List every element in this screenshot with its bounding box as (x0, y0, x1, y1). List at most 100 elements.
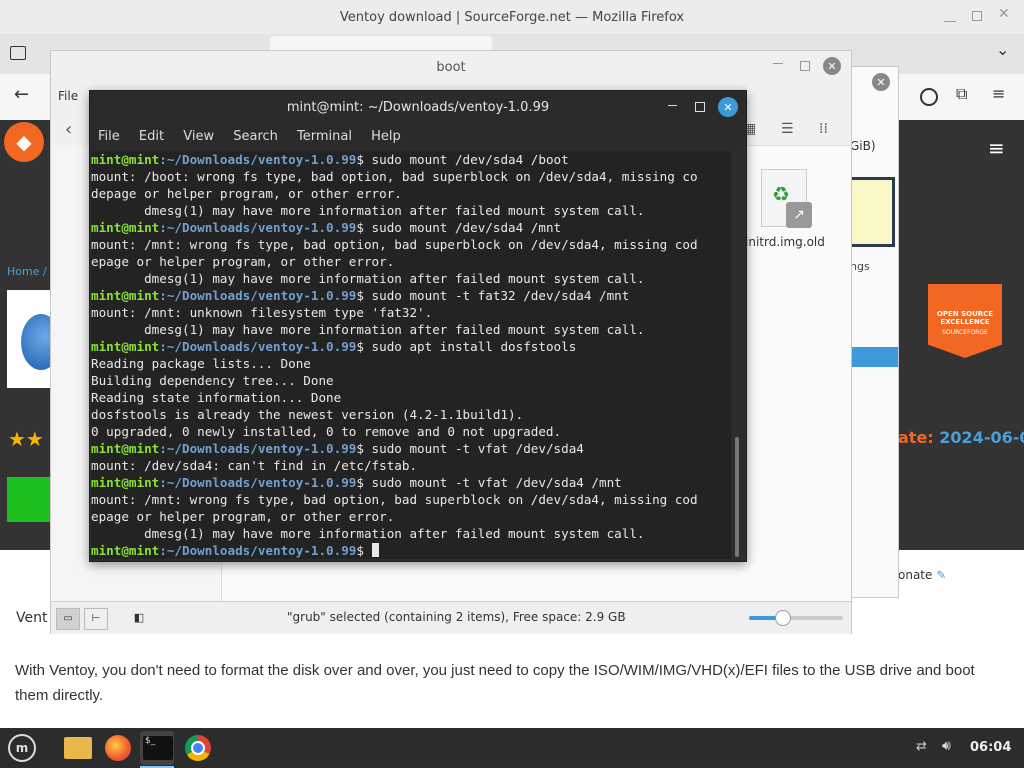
sourceforge-logo[interactable]: ◆ (4, 122, 44, 162)
open-source-excellence-badge: OPEN SOURCE EXCELLENCE SOURCEFORGE (928, 284, 1002, 358)
terminal-output-line: mount: /boot: wrong fs type, bad option,… (91, 169, 698, 184)
menu-edit[interactable]: Edit (139, 129, 164, 144)
menu-terminal[interactable]: Terminal (297, 129, 352, 144)
terminal-output-line: Building dependency tree... Done (91, 373, 334, 388)
file-manager-secondary: ✕ GiB) ngs (850, 66, 899, 598)
terminal-output-line: Reading state information... Done (91, 390, 342, 405)
prompt-user: mint@mint (91, 475, 160, 490)
close-icon[interactable]: ✕ (823, 57, 841, 75)
account-icon[interactable] (920, 88, 938, 106)
prompt-user: mint@mint (91, 288, 160, 303)
tree-icon[interactable]: ⊢ (84, 608, 108, 630)
date-value: 2024-06-08 (939, 428, 1024, 447)
file-item[interactable]: ♻ ↗ initrd.img.old (745, 169, 835, 259)
prompt-path: :~/Downloads/ventoy-1.0.99 (159, 475, 357, 490)
terminal-command-line: mint@mint:~/Downloads/ventoy-1.0.99$ (91, 542, 731, 559)
firefox-window-title: Ventoy download | SourceForge.net — Mozi… (339, 9, 685, 25)
recycle-file-icon: ♻ ↗ (761, 169, 812, 228)
network-icon[interactable]: ⇄ (916, 739, 927, 754)
size-label: GiB) (850, 139, 876, 153)
chromium-icon[interactable] (181, 731, 215, 765)
prompt-path: :~/Downloads/ventoy-1.0.99 (159, 441, 357, 456)
command-text: $ sudo mount /dev/sda4 /mnt (356, 220, 562, 235)
extensions-icon[interactable]: ⧉ (956, 84, 967, 104)
tab-list-icon[interactable] (10, 46, 26, 60)
prompt-path: :~/Downloads/ventoy-1.0.99 (159, 339, 357, 354)
chevron-down-icon[interactable]: ⌄ (996, 40, 1009, 59)
download-button[interactable] (7, 477, 50, 522)
firefox-titlebar: Ventoy download | SourceForge.net — Mozi… (0, 0, 1024, 34)
terminal-icon[interactable]: $_ (140, 731, 174, 765)
prompt-path: :~/Downloads/ventoy-1.0.99 (159, 288, 357, 303)
terminal-output-line: depage or helper program, or other error… (91, 186, 402, 201)
terminal-output-line: dmesg(1) may have more information after… (91, 322, 645, 337)
menu-view[interactable]: View (183, 129, 214, 144)
zoom-slider[interactable] (749, 610, 843, 626)
command-text: $ sudo mount -t vfat /dev/sda4 /mnt (356, 475, 622, 490)
sourceforge-header-right: ≡ OPEN SOURCE EXCELLENCE SOURCEFORGE ate… (898, 120, 1024, 550)
terminal-command-line: mint@mint:~/Downloads/ventoy-1.0.99$ sud… (91, 287, 731, 304)
maximize-icon[interactable] (695, 102, 705, 112)
terminal-output-line: dmesg(1) may have more information after… (91, 271, 645, 286)
close-icon[interactable]: ✕ (718, 97, 738, 117)
menu-icon[interactable]: ≡ (988, 136, 1005, 160)
breadcrumb[interactable]: Home / (7, 265, 47, 278)
places-icon[interactable]: ▭ (56, 608, 80, 630)
terminal-output-line: dmesg(1) may have more information after… (91, 203, 645, 218)
prompt-path: :~/Downloads/ventoy-1.0.99 (159, 543, 357, 558)
prompt-user: mint@mint (91, 543, 160, 558)
file-name: initrd.img.old (745, 235, 825, 249)
terminal-title: mint@mint: ~/Downloads/ventoy-1.0.99 (286, 99, 550, 115)
menu-search[interactable]: Search (233, 129, 278, 144)
clock[interactable]: 06:04 (970, 740, 1011, 755)
partial-heading: Vent (16, 610, 48, 626)
menu-icon[interactable]: m (6, 732, 38, 764)
terminal-output-line: dmesg(1) may have more information after… (91, 526, 645, 541)
close-icon[interactable]: ✕ (872, 73, 890, 91)
terminal-output-line: dosfstools is already the newest version… (91, 407, 524, 422)
side-label: ngs (850, 260, 870, 273)
terminal-output[interactable]: mint@mint:~/Downloads/ventoy-1.0.99$ sud… (91, 151, 731, 559)
prompt-user: mint@mint (91, 339, 160, 354)
terminal-output-line: epage or helper program, or other error. (91, 509, 395, 524)
selection-highlight (850, 347, 898, 367)
badge-subtext: SOURCEFORGE (942, 329, 988, 336)
minimize-icon[interactable] (773, 63, 783, 64)
file-manager-titlebar: boot ✕ (51, 51, 851, 83)
compact-view-icon[interactable]: ⁞⁞ (819, 121, 828, 137)
back-arrow-icon[interactable]: ← (14, 84, 29, 105)
terminal-command-line: mint@mint:~/Downloads/ventoy-1.0.99$ sud… (91, 474, 731, 491)
terminal-output-line: mount: /mnt: wrong fs type, bad option, … (91, 492, 698, 507)
terminal-output-line: epage or helper program, or other error. (91, 254, 395, 269)
volume-icon[interactable]: 🔊︎ (942, 738, 951, 754)
firefox-icon[interactable] (101, 731, 135, 765)
prompt-user: mint@mint (91, 441, 160, 456)
minimize-icon[interactable] (668, 105, 677, 106)
rating-stars: ★★ (8, 427, 44, 451)
badge-text: OPEN SOURCE EXCELLENCE (936, 310, 994, 326)
terminal-window: mint@mint: ~/Downloads/ventoy-1.0.99 ✕ F… (89, 90, 747, 562)
zoom-slider-knob[interactable] (774, 610, 791, 626)
prompt-user: mint@mint (91, 152, 160, 167)
file-menu[interactable]: File (58, 89, 78, 103)
terminal-output-line: mount: /mnt: unknown filesystem type 'fa… (91, 305, 433, 320)
prompt-user: mint@mint (91, 220, 160, 235)
donate-link[interactable]: onate ✎ (898, 568, 946, 582)
terminal-scrollbar[interactable] (735, 437, 739, 557)
files-icon[interactable] (61, 731, 95, 765)
back-icon[interactable]: ‹ (65, 119, 72, 140)
donate-label: onate (898, 568, 933, 582)
minimize-icon[interactable] (944, 9, 956, 22)
status-text: "grub" selected (containing 2 items), Fr… (287, 610, 626, 624)
list-view-icon[interactable]: ☰ (781, 121, 794, 137)
menu-help[interactable]: Help (371, 129, 401, 144)
hide-sidebar-icon[interactable]: ◧ (128, 608, 150, 628)
close-icon[interactable]: ✕ (998, 6, 1010, 22)
project-description: With Ventoy, you don't need to format th… (15, 662, 975, 704)
terminal-command-line: mint@mint:~/Downloads/ventoy-1.0.99$ sud… (91, 151, 731, 168)
terminal-menubar: File Edit View Search Terminal Help (90, 123, 746, 151)
hamburger-menu-icon[interactable]: ≡ (992, 84, 1005, 103)
maximize-icon[interactable] (972, 11, 982, 21)
menu-file[interactable]: File (98, 129, 120, 144)
maximize-icon[interactable] (800, 61, 810, 71)
